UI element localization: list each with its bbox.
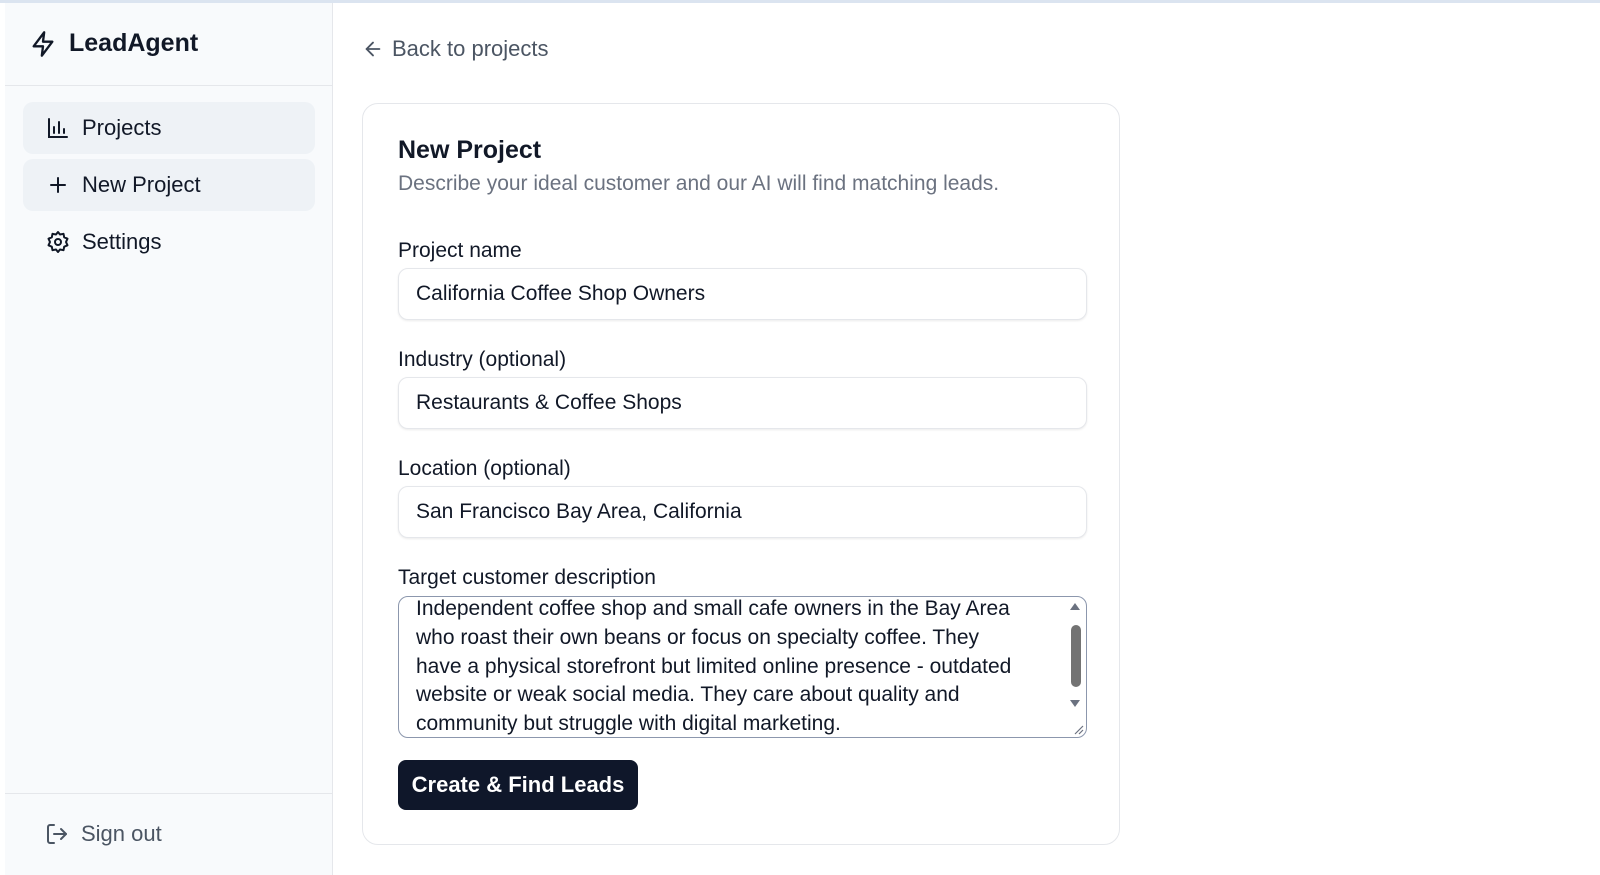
sidebar-item-projects[interactable]: Projects [23,102,315,154]
description-label: Target customer description [398,566,656,589]
brand-name: LeadAgent [69,29,199,57]
gear-icon [46,230,70,254]
project-name-label: Project name [398,239,522,262]
bolt-icon [29,30,57,58]
sidebar: LeadAgent Projects New Project Settings [5,3,333,875]
page-title: New Project [398,136,542,164]
location-input[interactable] [398,486,1087,538]
sign-out-icon [45,822,69,846]
new-project-card: New Project Describe your ideal customer… [362,103,1120,845]
page-subtitle: Describe your ideal customer and our AI … [398,172,1000,195]
back-label: Back to projects [392,36,549,61]
project-name-input[interactable] [398,268,1087,320]
sidebar-item-new-project[interactable]: New Project [23,159,315,211]
sign-out-label: Sign out [81,821,162,846]
scroll-down-arrow[interactable] [1070,700,1080,707]
arrow-left-icon [362,38,384,60]
divider [5,793,332,794]
sidebar-item-label: New Project [82,172,201,197]
create-find-leads-button[interactable]: Create & Find Leads [398,760,638,810]
bar-chart-icon [46,116,70,140]
brand[interactable]: LeadAgent [29,29,198,58]
description-textarea[interactable]: Independent coffee shop and small cafe o… [398,596,1087,738]
back-to-projects-link[interactable]: Back to projects [362,36,549,62]
description-line: who roast their own beans or focus on sp… [416,625,980,649]
industry-input[interactable] [398,377,1087,429]
sidebar-item-label: Projects [82,115,162,140]
description-line: Independent coffee shop and small cafe o… [416,597,1010,620]
description-line: have a physical storefront but limited o… [416,654,1012,678]
plus-icon [46,173,70,197]
sidebar-item-settings[interactable]: Settings [23,216,315,268]
industry-label: Industry (optional) [398,348,567,371]
description-line: website or weak social media. They care … [416,683,960,707]
sidebar-item-label: Settings [82,229,162,254]
resize-handle-icon[interactable] [1070,721,1084,735]
divider [5,85,332,86]
location-label: Location (optional) [398,457,571,480]
sign-out-button[interactable]: Sign out [45,821,162,847]
description-text: Independent coffee shop and small cafe o… [416,597,1051,737]
scroll-up-arrow[interactable] [1070,603,1080,610]
scrollbar-thumb[interactable] [1071,625,1081,687]
description-line: community but struggle with digital mark… [416,712,841,736]
